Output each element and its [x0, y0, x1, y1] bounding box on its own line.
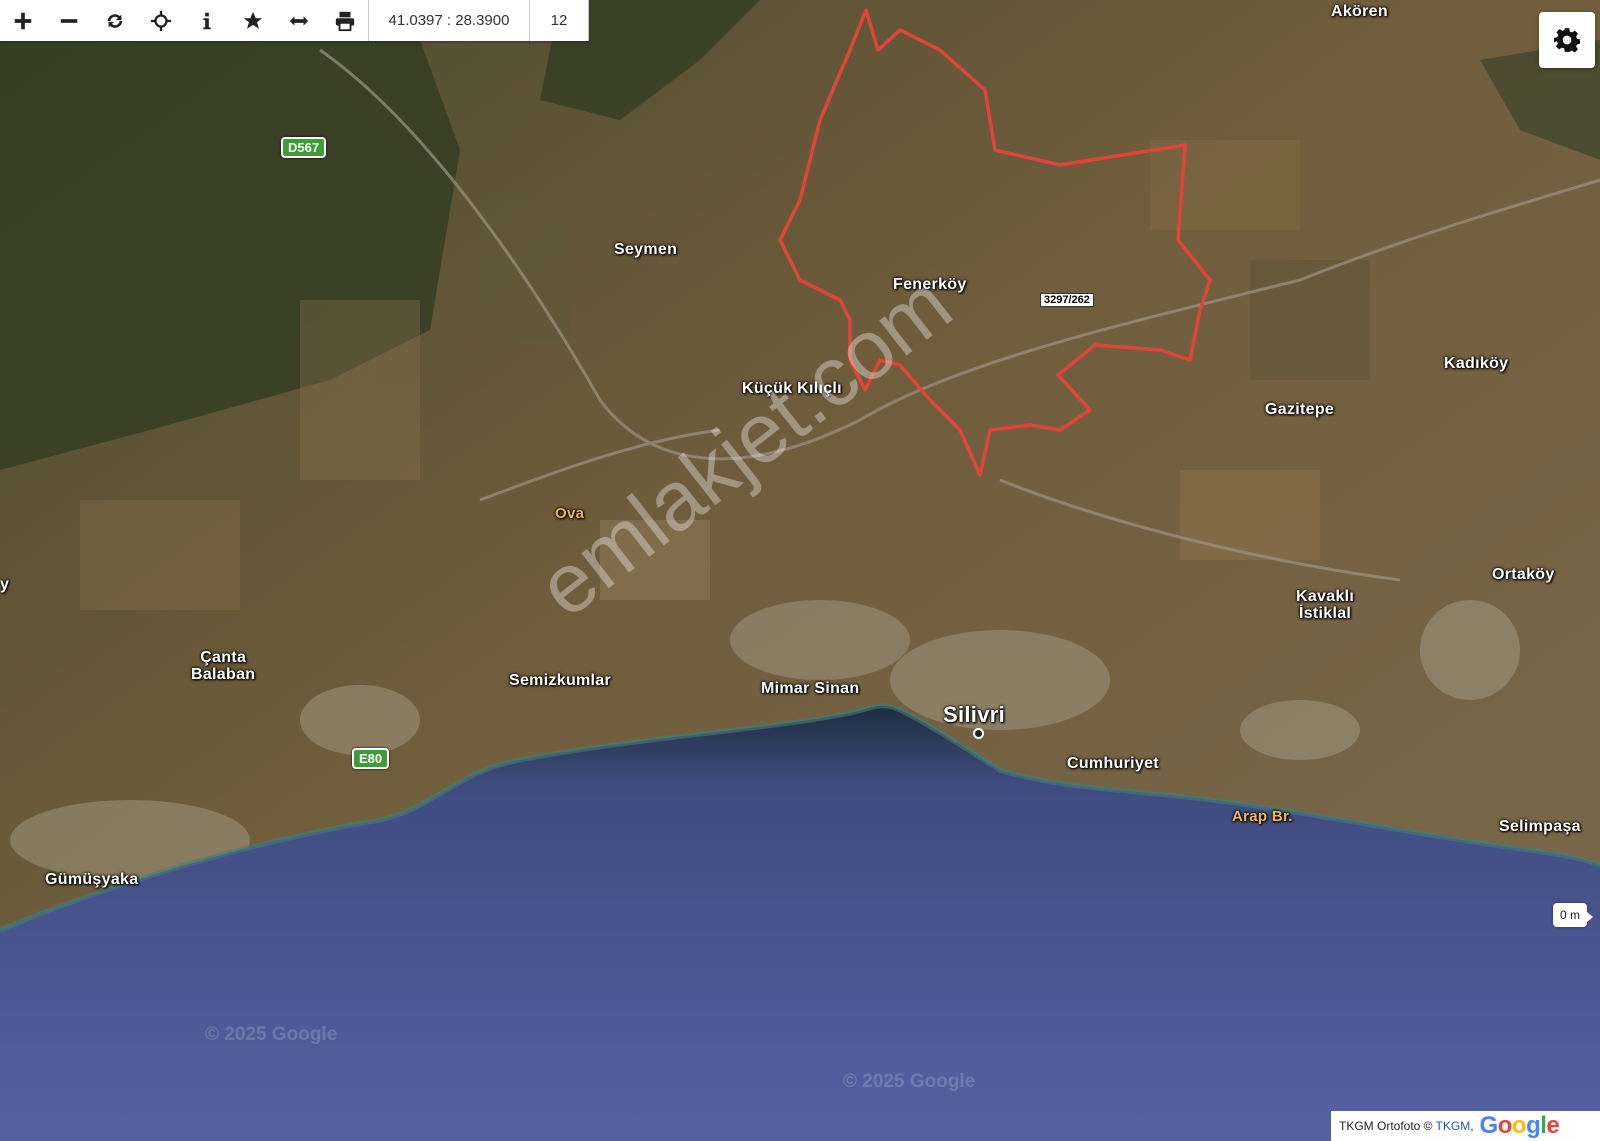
zoom-in-button[interactable]: [0, 0, 46, 41]
refresh-button[interactable]: [92, 0, 138, 41]
settings-button[interactable]: [1539, 12, 1595, 68]
measure-button[interactable]: [276, 0, 322, 41]
zoom-level-readout: 12: [529, 0, 589, 41]
place-label-semizkumlar: Semizkumlar: [509, 672, 612, 689]
parcel-label: 3297/262: [1040, 293, 1094, 307]
star-icon: [243, 11, 263, 29]
attribution-text: TKGM Ortofoto ©: [1339, 1119, 1433, 1133]
map-attribution: TKGM Ortofoto © TKGM , Google: [1331, 1111, 1600, 1141]
coordinate-readout: 41.0397 : 28.3900: [368, 0, 529, 41]
place-label-silivri: Silivri: [943, 702, 1006, 727]
scale-indicator: 0 m: [1553, 903, 1594, 927]
horizontal-arrows-icon: [289, 15, 309, 26]
place-label-cumhuriyet: Cumhuriyet: [1067, 755, 1159, 772]
place-label-gumusyaka: Gümüşyaka: [45, 871, 139, 888]
attribution-link[interactable]: TKGM: [1436, 1119, 1471, 1133]
google-watermark-2: © 2025 Google: [843, 1071, 976, 1092]
zoom-out-button[interactable]: [46, 0, 92, 41]
place-label-arap-br: Arap Br.: [1232, 808, 1293, 825]
road-shield-e80: E80: [352, 748, 390, 769]
plus-icon: [14, 12, 32, 29]
place-label-ortakoy: Ortaköy: [1492, 566, 1555, 583]
refresh-icon: [107, 13, 123, 28]
place-label-seymen: Seymen: [614, 241, 678, 258]
place-label-kadikoy: Kadıköy: [1444, 355, 1509, 372]
info-button[interactable]: [184, 0, 230, 41]
gear-icon: [1554, 28, 1580, 53]
map-toolbar: 41.0397 : 28.3900 12: [0, 0, 589, 41]
place-label-kavakli-istiklal: Kavaklı İstiklal: [1296, 588, 1355, 622]
google-watermark: © 2025 Google: [205, 1024, 338, 1045]
locate-button[interactable]: [138, 0, 184, 41]
crosshair-icon: [150, 10, 172, 31]
place-label-selimpasa: Selimpaşa: [1499, 818, 1581, 835]
place-label-akoren: Akören: [1331, 3, 1388, 20]
satellite-map[interactable]: Akören Seymen Fenerköy Küçük Kılıçlı Kad…: [0, 0, 1600, 1141]
place-label-mimar-sinan: Mimar Sinan: [761, 680, 860, 697]
road-shield-d567: D567: [281, 137, 327, 158]
place-label-gazitepe: Gazitepe: [1265, 401, 1335, 418]
city-marker: [973, 728, 984, 739]
place-label-canta-balaban: Çanta Balaban: [191, 649, 256, 683]
print-button[interactable]: [322, 0, 368, 41]
print-icon: [335, 11, 355, 31]
attribution-separator: ,: [1470, 1119, 1474, 1133]
google-logo: Google: [1479, 1112, 1560, 1139]
minus-icon: [60, 18, 78, 23]
map-imagery: [0, 0, 1600, 1141]
place-label-edge: y: [0, 576, 10, 593]
favorite-button[interactable]: [230, 0, 276, 41]
info-icon: [203, 12, 211, 29]
